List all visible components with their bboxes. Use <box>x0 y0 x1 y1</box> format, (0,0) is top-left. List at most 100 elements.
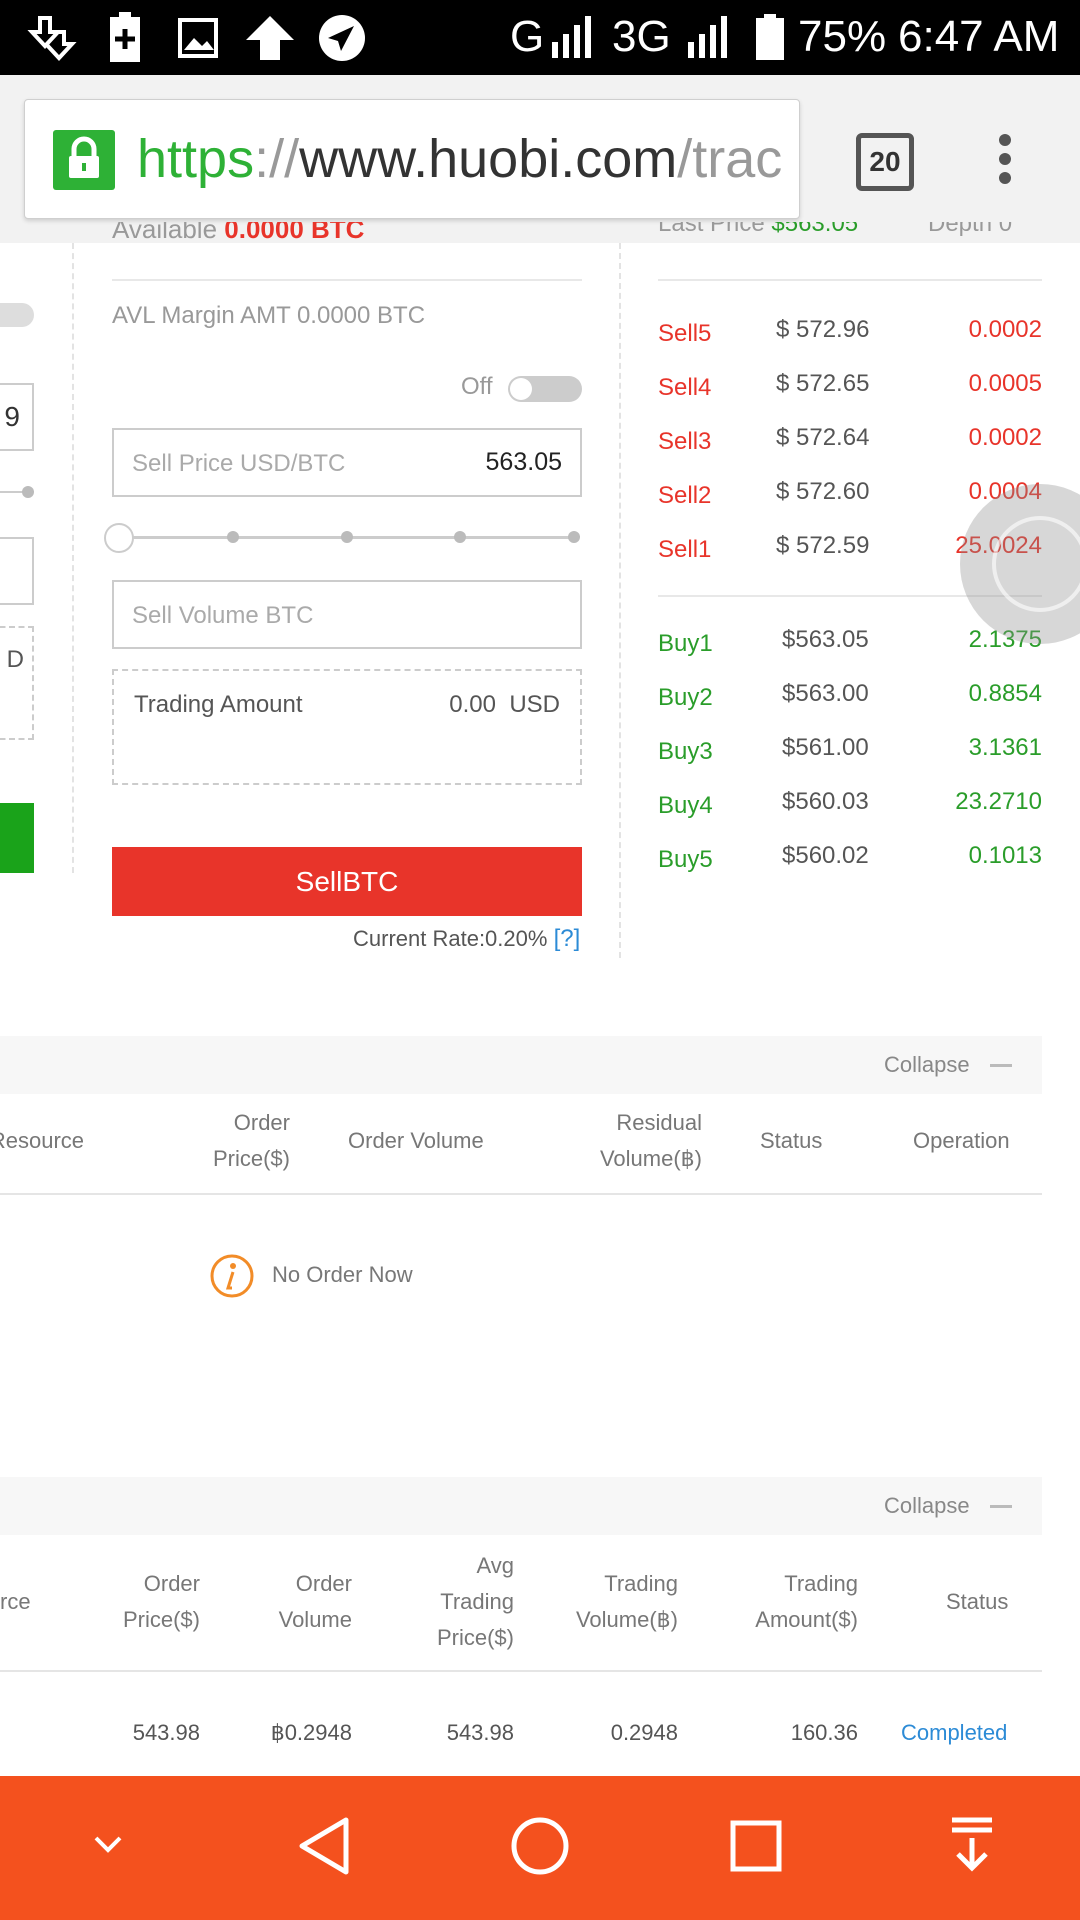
sell-row[interactable]: Sell3 $ 572.64 0.0002 <box>658 424 1042 464</box>
collapse-button[interactable]: Collapse <box>884 1052 970 1078</box>
buy-row[interactable]: Buy4 $560.03 23.2710 <box>658 788 1042 828</box>
sell-level-label: Sell2 <box>658 482 712 509</box>
column-divider <box>72 243 74 873</box>
divider <box>658 279 1042 281</box>
divider <box>112 279 582 281</box>
available-label: Available <box>112 222 218 244</box>
sell-price: $ 572.59 <box>776 532 870 559</box>
overflow-menu-icon[interactable] <box>998 133 1012 185</box>
signal-icon <box>552 16 591 58</box>
buy-level-label: Buy5 <box>658 846 713 873</box>
col-status: Status <box>760 1128 823 1153</box>
cell-order-volume: ฿0.2948 <box>270 1720 352 1745</box>
cell-order-price: 543.98 <box>132 1720 200 1745</box>
sell-row[interactable]: Sell5 $ 572.96 0.0002 <box>658 316 1042 356</box>
no-order-text: No Order Now <box>272 1262 413 1287</box>
collapse-button[interactable]: Collapse <box>884 1493 970 1519</box>
url-host: www.huobi.com <box>299 129 678 189</box>
lock-icon <box>53 130 115 190</box>
trading-amount-number: 0.00 <box>449 691 496 718</box>
cell-trading-amount: 160.36 <box>790 1720 858 1745</box>
sell-price-input[interactable]: Sell Price USD/BTC 563.05 <box>112 428 582 497</box>
slider-stop[interactable] <box>227 531 239 543</box>
url-scheme: https <box>137 129 255 189</box>
url-separator: :// <box>254 129 300 189</box>
url-path: /trac <box>677 129 783 189</box>
last-price-label: Last Price <box>658 222 765 237</box>
open-orders-header-bar: Collapse <box>0 1036 1042 1094</box>
sell-price: $ 572.64 <box>776 424 870 451</box>
dismiss-keyboard-icon[interactable] <box>950 1816 994 1876</box>
status-badge[interactable]: Completed <box>901 1720 1007 1746</box>
sell-price: $ 572.60 <box>776 478 870 505</box>
tabs-icon[interactable]: 20 <box>856 133 914 191</box>
toggle-label: Off <box>461 373 493 400</box>
col-resource-label: Resource <box>0 1128 84 1153</box>
col-trading-amount: Trading Amount($) <box>755 1571 858 1632</box>
sell-btc-button[interactable]: SellBTC <box>112 847 582 916</box>
image-icon <box>178 18 218 58</box>
sell-level-label: Sell3 <box>658 428 712 455</box>
rate-help-link[interactable]: [?] <box>554 925 581 952</box>
home-icon[interactable] <box>510 1816 570 1876</box>
chevron-down-icon[interactable] <box>92 1834 124 1854</box>
trading-amount-box: Trading Amount 0.00 USD <box>112 669 582 785</box>
battery-plus-icon <box>110 12 140 62</box>
buy-price: $563.00 <box>782 680 869 707</box>
sell-volume-input[interactable]: Sell Volume BTC <box>112 580 582 649</box>
cell-trading-volume: 0.2948 <box>610 1720 678 1745</box>
partial-buy-button[interactable] <box>0 803 34 873</box>
col-operation: Operation <box>913 1128 1010 1153</box>
column-divider <box>619 243 621 958</box>
col-resource: Resource <box>0 1123 84 1159</box>
back-icon[interactable] <box>298 1816 352 1876</box>
buy-level-label: Buy1 <box>658 630 713 657</box>
buy-row[interactable]: Buy3 $561.00 3.1361 <box>658 734 1042 774</box>
navigation-bar <box>0 1776 1080 1920</box>
slider-stop[interactable] <box>341 531 353 543</box>
col-order-price: Order Price($) <box>212 1110 290 1171</box>
margin-toggle[interactable] <box>508 376 582 402</box>
buy-row[interactable]: Buy1 $563.05 2.1375 <box>658 626 1042 666</box>
depth-selector[interactable]: Depth 0 <box>928 222 1012 238</box>
sell-row[interactable]: Sell4 $ 572.65 0.0005 <box>658 370 1042 410</box>
collapse-icon[interactable] <box>990 1505 1012 1508</box>
slider-stop[interactable] <box>454 531 466 543</box>
buy-row[interactable]: Buy5 $560.02 0.1013 <box>658 842 1042 882</box>
buy-level-label: Buy3 <box>658 738 713 765</box>
col-order-price: Order Price($) <box>122 1571 200 1632</box>
avl-margin-amt: AVL Margin AMT 0.0000 BTC <box>112 302 426 329</box>
buy-amount: 0.8854 <box>968 680 1042 707</box>
collapse-icon[interactable] <box>990 1064 1012 1067</box>
divider <box>0 1670 1042 1672</box>
sell-price: $ 572.65 <box>776 370 870 397</box>
sell-price-value: 563.05 <box>485 448 562 476</box>
sell-amount: 0.0005 <box>968 370 1042 397</box>
volume-slider-handle[interactable] <box>104 523 134 553</box>
clock: 6:47 AM <box>898 12 1060 61</box>
available-value: 0.0000 BTC <box>224 222 365 244</box>
sell-amount: 0.0002 <box>968 316 1042 343</box>
recents-icon[interactable] <box>730 1820 782 1872</box>
url-text[interactable]: https://www.huobi.com/trac <box>137 128 782 190</box>
buy-level-label: Buy4 <box>658 792 713 819</box>
partial-toggle[interactable] <box>0 303 34 327</box>
col-order-volume: Order Volume <box>348 1128 484 1153</box>
trading-amount-label: Trading Amount <box>134 691 303 718</box>
upload-icon <box>246 16 294 60</box>
current-rate-text: Current Rate:0.20% <box>353 926 548 951</box>
sell-level-label: Sell4 <box>658 374 712 401</box>
sell-level-label: Sell1 <box>658 536 712 563</box>
history-header-bar: Collapse <box>0 1477 1042 1535</box>
col-trading-volume: Trading Volume(฿) <box>575 1571 678 1632</box>
address-bar[interactable]: https://www.huobi.com/trac <box>24 99 800 219</box>
trading-amount-value: 0.00 USD <box>449 691 560 719</box>
buy-row[interactable]: Buy2 $563.00 0.8854 <box>658 680 1042 720</box>
slider-stop[interactable] <box>568 531 580 543</box>
partial-volume-input[interactable] <box>0 537 34 605</box>
sell-price: $ 572.96 <box>776 316 870 343</box>
trading-amount-unit: USD <box>509 691 560 718</box>
last-price-line: Last Price $563.05 Depth 0 <box>658 222 1042 244</box>
buy-price: $560.02 <box>782 842 869 869</box>
partial-price-input[interactable]: 9 <box>0 383 34 451</box>
